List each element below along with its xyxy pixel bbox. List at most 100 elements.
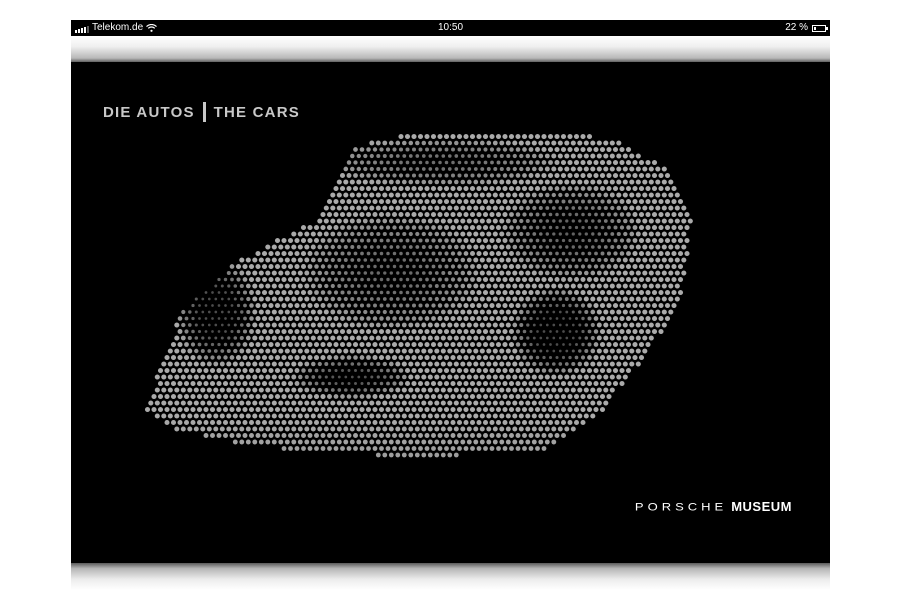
halftone-dot [346,446,352,451]
halftone-dot [561,290,566,295]
halftone-dot [252,426,258,432]
halftone-dot [532,296,537,302]
halftone-dot [326,315,333,322]
halftone-dot [242,433,248,438]
halftone-dot [606,380,612,387]
halftone-dot [635,361,641,367]
halftone-dot [486,167,491,171]
halftone-dot [609,153,615,159]
halftone-dot [190,419,196,426]
halftone-dot [271,322,277,328]
halftone-dot [200,387,206,393]
halftone-dot [591,245,595,249]
halftone-dot [378,328,385,335]
halftone-dot [638,172,645,179]
halftone-dot [502,263,508,270]
halftone-dot [399,277,403,282]
halftone-dot [330,218,336,224]
halftone-dot [596,387,602,393]
halftone-dot [629,179,635,185]
halftone-dot [187,335,192,341]
halftone-dot [385,406,391,413]
halftone-dot [590,206,595,210]
halftone-dot [476,406,482,413]
halftone-dot [444,446,449,451]
halftone-dot [482,198,489,205]
halftone-dot [307,368,313,373]
halftone-car-image[interactable] [141,112,701,472]
halftone-dot [583,374,589,380]
halftone-dot [369,245,374,249]
halftone-dot [469,315,476,322]
halftone-dot [658,185,664,192]
halftone-dot [460,270,466,276]
halftone-dot [434,452,440,458]
halftone-dot [518,400,524,406]
halftone-dot [577,206,582,210]
halftone-dot [382,309,387,315]
halftone-dot [486,154,491,158]
halftone-dot [584,219,588,223]
halftone-dot [333,433,339,438]
halftone-dot [447,270,452,276]
halftone-dot [580,393,586,400]
halftone-dot [353,355,358,360]
halftone-dot [642,231,648,237]
halftone-dot [356,231,361,237]
halftone-dot [248,354,255,361]
halftone-dot [655,257,661,263]
halftone-dot [284,296,290,302]
halftone-dot [596,166,602,172]
halftone-dot [297,400,303,406]
halftone-dot [525,244,530,250]
halftone-dot [227,297,231,301]
halftone-dot [421,218,427,224]
halftone-dot [194,310,198,314]
halftone-dot [434,271,439,275]
halftone-dot [525,232,530,236]
halftone-dot [300,315,307,322]
halftone-dot [590,413,596,419]
halftone-dot [534,276,541,283]
halftone-dot [664,198,671,205]
halftone-dot [623,244,628,250]
halftone-dot [362,192,368,198]
halftone-dot [492,374,498,380]
halftone-dot [383,258,387,262]
halftone-dot [281,433,287,438]
main-content[interactable]: DIE AUTOS THE CARS PORSCHE MUSEUM [71,62,830,563]
halftone-dot [671,302,677,309]
halftone-dot [463,380,469,387]
halftone-dot [642,296,648,302]
halftone-dot [522,264,527,269]
halftone-dot [414,452,420,458]
halftone-dot [532,336,536,340]
halftone-dot [544,439,550,445]
halftone-dot [347,369,351,372]
halftone-dot [619,354,625,361]
halftone-dot [181,322,186,328]
halftone-dot [479,257,485,263]
halftone-dot [619,380,625,387]
halftone-dot [197,342,202,347]
halftone-dot [336,192,342,198]
halftone-dot [499,166,504,172]
halftone-dot [531,270,537,276]
halftone-dot [469,380,476,387]
halftone-dot [616,335,622,341]
halftone-dot [638,224,645,231]
halftone-dot [531,192,537,198]
halftone-dot [492,322,498,328]
halftone-dot [584,245,589,249]
halftone-dot [564,270,570,276]
halftone-dot [161,361,167,367]
halftone-dot [408,205,414,211]
halftone-dot [346,198,352,205]
halftone-dot [450,433,456,438]
halftone-dot [404,198,411,205]
halftone-dot [505,361,511,367]
halftone-dot [658,237,664,244]
halftone-dot [274,380,281,387]
halftone-dot [408,167,413,171]
halftone-dot [505,296,511,302]
